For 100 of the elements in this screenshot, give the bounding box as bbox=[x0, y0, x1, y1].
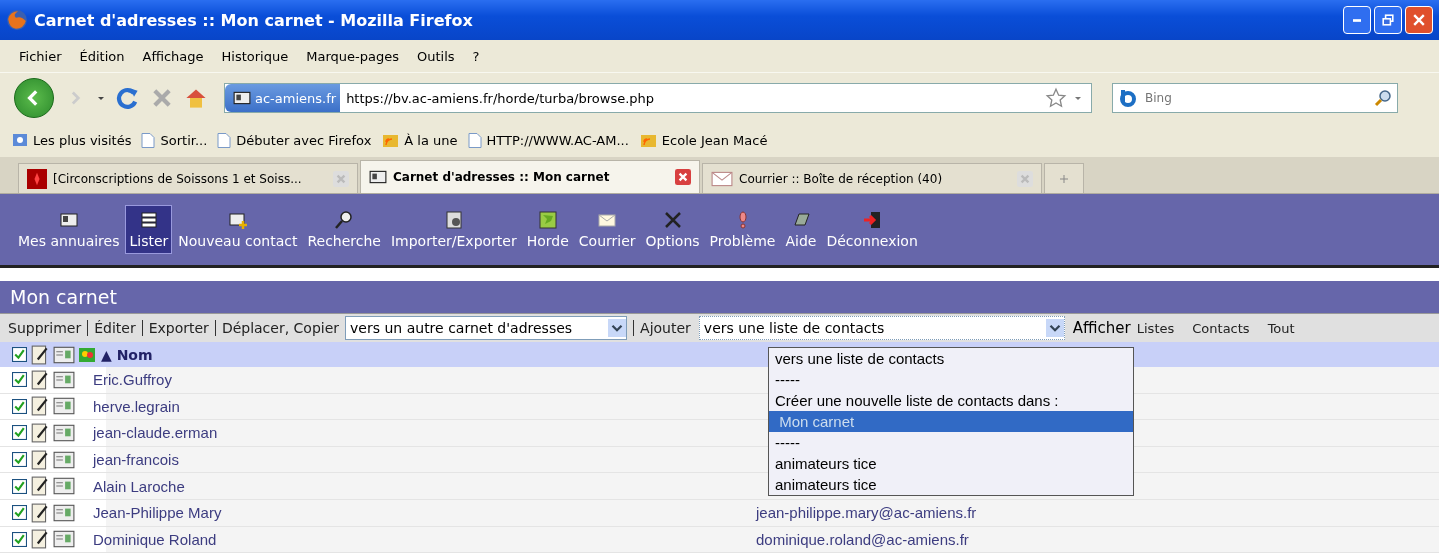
search-icon[interactable] bbox=[1373, 88, 1393, 108]
checkbox[interactable] bbox=[12, 505, 27, 521]
filter-link[interactable]: Contacts bbox=[1192, 320, 1250, 336]
checkbox[interactable] bbox=[12, 398, 27, 414]
vcard-icon[interactable] bbox=[53, 502, 75, 523]
restore-button[interactable] bbox=[1374, 6, 1402, 34]
action-link[interactable]: Déplacer, Copier bbox=[221, 320, 340, 336]
contact-name[interactable]: Eric.Guffroy bbox=[93, 371, 753, 389]
bing-logo-icon[interactable] bbox=[1117, 88, 1139, 108]
checkbox[interactable] bbox=[12, 531, 27, 547]
list-icon bbox=[138, 210, 159, 230]
bookmark[interactable]: Ecole Jean Macé bbox=[638, 132, 768, 148]
logout-icon bbox=[862, 210, 883, 230]
dropdown-option[interactable]: ----- bbox=[769, 432, 1133, 453]
close-icon[interactable] bbox=[675, 169, 691, 185]
address-field[interactable]: ac-amiens.fr https://bv.ac-amiens.fr/horde/turba/browse.php bbox=[224, 83, 1092, 113]
menu-item[interactable]: Marque-pages bbox=[297, 48, 408, 64]
browser-tab[interactable]: Courrier :: Boîte de réception (40) bbox=[702, 163, 1042, 193]
edit-icon[interactable] bbox=[30, 449, 50, 470]
nav-link[interactable]: Options bbox=[641, 205, 704, 254]
bookmark[interactable]: Les plus visités bbox=[12, 132, 132, 148]
menu-item[interactable]: Outils bbox=[407, 48, 464, 64]
edit-icon[interactable] bbox=[30, 476, 50, 497]
menu-item[interactable]: Fichier bbox=[10, 48, 71, 64]
minimize-icon bbox=[1353, 18, 1361, 22]
page-icon bbox=[141, 131, 156, 149]
vcard-icon[interactable] bbox=[53, 396, 75, 417]
nav-link[interactable]: Problème bbox=[705, 205, 780, 254]
nav-link[interactable]: Recherche bbox=[303, 205, 385, 254]
nav-link[interactable]: Importer/Exporter bbox=[386, 205, 521, 254]
dropdown-option[interactable]: Créer une nouvelle liste de contacts dans : bbox=[769, 390, 1133, 411]
vcard-icon[interactable] bbox=[53, 369, 75, 390]
edit-icon[interactable] bbox=[30, 529, 50, 550]
browser-tab[interactable]: [Circonscriptions de Soissons 1 et Soiss... bbox=[18, 163, 358, 193]
action-link[interactable]: Éditer bbox=[94, 320, 136, 336]
nav-label: Recherche bbox=[307, 233, 381, 249]
contact-email[interactable]: jean-philippe.mary@ac-amiens.fr bbox=[756, 504, 977, 522]
card-icon bbox=[369, 170, 387, 184]
menu-item[interactable]: Édition bbox=[70, 48, 134, 64]
close-button[interactable] bbox=[1405, 6, 1433, 34]
filter-link[interactable]: Listes bbox=[1136, 320, 1175, 336]
site-identity-button[interactable]: ac-amiens.fr bbox=[225, 84, 341, 112]
folder-search-icon bbox=[12, 132, 28, 148]
contact-name[interactable]: jean-claude.erman bbox=[93, 424, 753, 442]
browser-tab[interactable]: Carnet d'adresses :: Mon carnet bbox=[360, 160, 700, 193]
nav-link[interactable]: Horde bbox=[522, 205, 573, 254]
bookmark[interactable]: À la une bbox=[381, 132, 458, 148]
vcard-icon[interactable] bbox=[53, 423, 75, 443]
vcard-icon[interactable] bbox=[53, 476, 75, 497]
contact-name[interactable]: Jean-Philippe Mary bbox=[93, 504, 753, 522]
close-icon bbox=[1413, 14, 1425, 26]
edit-icon[interactable] bbox=[30, 423, 50, 443]
action-link[interactable]: Supprimer bbox=[8, 320, 82, 336]
menu-item[interactable]: ? bbox=[463, 48, 489, 64]
dropdown-option[interactable]: animateurs tice bbox=[769, 453, 1133, 474]
move-target-select[interactable]: vers un autre carnet d'adresses bbox=[345, 316, 628, 340]
bookmark[interactable]: Sortir... bbox=[141, 131, 208, 149]
contact-email[interactable]: dominique.roland@ac-amiens.fr bbox=[756, 530, 969, 548]
edit-icon[interactable] bbox=[30, 502, 50, 523]
nav-link[interactable]: Courrier bbox=[574, 205, 640, 254]
bookmark[interactable]: Débuter avec Firefox bbox=[217, 131, 372, 149]
checkbox[interactable] bbox=[12, 372, 27, 388]
reload-icon[interactable] bbox=[116, 86, 140, 110]
checkbox[interactable] bbox=[12, 478, 27, 494]
bookmark[interactable]: HTTP://WWW.AC-AM... bbox=[467, 131, 629, 149]
minimize-button[interactable] bbox=[1343, 6, 1371, 34]
window-title: Carnet d'adresses :: Mon carnet - Mozilla Firefox bbox=[34, 10, 473, 30]
nav-link[interactable]: Lister bbox=[125, 205, 173, 254]
menu-item[interactable]: Historique bbox=[212, 48, 298, 64]
edit-icon[interactable] bbox=[30, 369, 50, 390]
action-link[interactable]: Exporter bbox=[148, 320, 209, 336]
checkbox[interactable] bbox=[12, 452, 27, 468]
edit-icon[interactable] bbox=[30, 396, 50, 417]
nav-link[interactable]: Déconnexion bbox=[822, 205, 922, 254]
nav-link[interactable]: Mes annuaires bbox=[14, 205, 124, 254]
contact-name[interactable]: Alain Laroche bbox=[93, 477, 753, 495]
menu-item[interactable]: Affichage bbox=[133, 48, 213, 64]
back-button[interactable] bbox=[14, 78, 54, 118]
nav-link[interactable]: Nouveau contact bbox=[174, 205, 302, 254]
checkbox[interactable] bbox=[12, 425, 27, 441]
contact-list-select[interactable]: vers une liste de contacts bbox=[698, 316, 1065, 340]
search-field[interactable]: Bing bbox=[1112, 83, 1398, 113]
dropdown-option[interactable]: animateurs tice bbox=[769, 474, 1133, 495]
nav-label: Horde bbox=[526, 233, 569, 249]
column-header[interactable]: ▲ Nom bbox=[101, 346, 153, 363]
contact-name[interactable]: jean-francois bbox=[93, 451, 753, 469]
star-icon[interactable] bbox=[1045, 87, 1067, 109]
action-link[interactable]: Ajouter bbox=[640, 320, 691, 336]
dropdown-option[interactable]: ----- bbox=[769, 369, 1133, 390]
nav-link[interactable]: Aide bbox=[781, 205, 821, 254]
nav-label: Importer/Exporter bbox=[390, 233, 517, 249]
filter-link[interactable]: Tout bbox=[1267, 320, 1295, 336]
dropdown-option[interactable]: vers une liste de contacts bbox=[769, 348, 1133, 369]
show-label: Afficher bbox=[1072, 319, 1131, 337]
checkbox[interactable] bbox=[12, 347, 27, 362]
contact-name[interactable]: herve.legrain bbox=[93, 397, 753, 415]
dropdown-option[interactable]: Mon carnet bbox=[769, 411, 1133, 432]
vcard-icon[interactable] bbox=[53, 449, 75, 470]
vcard-icon[interactable] bbox=[53, 529, 75, 550]
contact-name[interactable]: Dominique Roland bbox=[93, 530, 753, 548]
